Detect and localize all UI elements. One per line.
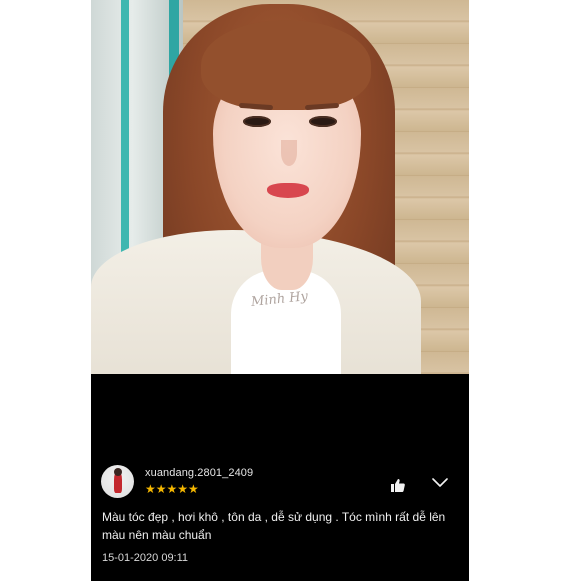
hair-bangs bbox=[201, 20, 371, 110]
chevron-down-icon[interactable] bbox=[432, 476, 448, 490]
nose bbox=[281, 140, 297, 166]
star-rating: ★★★★★ bbox=[145, 482, 199, 496]
right-eye bbox=[309, 116, 337, 127]
review-card: Minh Hy xuandang.2801_2409 ★★★★★ Màu tóc… bbox=[91, 0, 469, 581]
review-comment: Màu tóc đẹp , hơi khô , tôn da , dễ sử d… bbox=[102, 510, 446, 542]
review-photo[interactable]: Minh Hy bbox=[91, 0, 469, 374]
avatar[interactable] bbox=[101, 465, 134, 498]
left-eye bbox=[243, 116, 271, 127]
lips bbox=[267, 183, 309, 198]
review-date: 15-01-2020 09:11 bbox=[102, 552, 189, 564]
thumbs-up-icon[interactable] bbox=[390, 477, 406, 493]
avatar-head bbox=[114, 468, 122, 476]
reviewer-username[interactable]: xuandang.2801_2409 bbox=[145, 467, 253, 479]
window-frame bbox=[121, 0, 129, 260]
review-section: xuandang.2801_2409 ★★★★★ Màu tóc đẹp , h… bbox=[91, 374, 469, 581]
